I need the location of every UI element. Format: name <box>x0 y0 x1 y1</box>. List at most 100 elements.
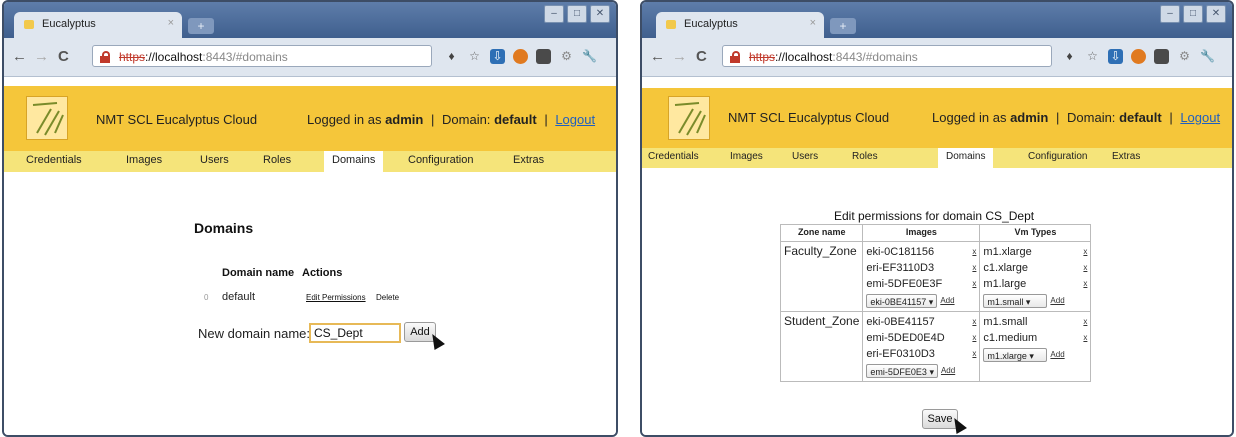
image-id: emi-5DED0E4D <box>866 332 945 344</box>
logout-link[interactable]: Logout <box>555 112 595 127</box>
address-bar[interactable]: https://localhost:8443/#domains <box>92 45 432 67</box>
tab-close-icon[interactable]: × <box>810 17 816 29</box>
tab-credentials[interactable]: Credentials <box>648 151 699 162</box>
wrench-icon[interactable]: 🔧 <box>1200 49 1215 64</box>
vm-type: c1.medium <box>983 332 1038 344</box>
reload-icon[interactable]: C <box>696 48 707 65</box>
vm-select[interactable]: m1.xlarge ▾ <box>983 348 1048 362</box>
wrench-icon[interactable]: 🔧 <box>582 49 597 64</box>
star-icon[interactable]: ☆ <box>1085 49 1100 64</box>
image-id: eki-0C181156 <box>866 246 935 258</box>
table-row: Faculty_Zone eki-0C181156 x eri-EF3110D3 x… <box>779 241 1092 312</box>
image-id: eri-EF3110D3 <box>866 262 935 274</box>
remove-image-button[interactable]: x <box>972 244 976 260</box>
new-domain-input[interactable] <box>309 323 401 343</box>
browser-window-domains: Eucalyptus × + – □ ✕ ← → C https://local… <box>2 0 618 437</box>
tab-users[interactable]: Users <box>792 151 818 162</box>
remove-image-button[interactable]: x <box>972 346 976 362</box>
tab-close-icon[interactable]: × <box>168 17 174 29</box>
remove-image-button[interactable]: x <box>972 330 976 346</box>
browser-toolbar: ← → C https://localhost:8443/#domains ♦ … <box>642 38 1232 77</box>
current-domain: default <box>494 112 537 127</box>
tab-images[interactable]: Images <box>730 151 763 162</box>
tab-extras[interactable]: Extras <box>1112 151 1140 162</box>
column-vm-types: Vm Types <box>979 224 1092 242</box>
bulb-icon[interactable]: ♦ <box>1062 49 1077 64</box>
tab-extras[interactable]: Extras <box>513 154 544 166</box>
column-domain-name: Domain name <box>222 267 295 279</box>
tab-roles[interactable]: Roles <box>263 154 291 166</box>
image-select[interactable]: emi-5DFE0E3 ▾ <box>866 364 938 378</box>
vm-select[interactable]: m1.small ▾ <box>983 294 1048 308</box>
remove-image-button[interactable]: x <box>972 260 976 276</box>
table-header-row: Zone name Images Vm Types <box>779 224 1092 242</box>
bulb-icon[interactable]: ♦ <box>444 49 459 64</box>
add-vm-link[interactable]: Add <box>1050 296 1064 305</box>
window-controls: – □ ✕ <box>1160 5 1226 23</box>
edit-permissions-link[interactable]: Edit Permissions <box>306 293 366 302</box>
image-id: eri-EF0310D3 <box>866 348 935 360</box>
favicon-icon <box>666 20 676 29</box>
vmtypes-cell: m1.small x c1.medium x m1.xlarge ▾ Add <box>979 311 1092 382</box>
remove-vm-button[interactable]: x <box>1083 276 1087 292</box>
new-tab-button[interactable]: + <box>830 18 856 34</box>
logout-link[interactable]: Logout <box>1180 110 1220 125</box>
image-select[interactable]: eki-0BE41157 ▾ <box>866 294 938 308</box>
permissions-title: Edit permissions for domain CS_Dept <box>834 209 1035 223</box>
back-arrow-icon[interactable]: ← <box>650 48 665 65</box>
tab-domains[interactable]: Domains <box>938 148 994 168</box>
image-select-value: eki-0BE41157 <box>870 297 927 307</box>
vm-type: m1.large <box>983 278 1027 290</box>
fruit-icon[interactable] <box>1131 49 1146 64</box>
browser-tab[interactable]: Eucalyptus × <box>14 12 182 38</box>
app-header: NMT SCL Eucalyptus Cloud Logged in as ad… <box>642 88 1232 148</box>
tab-images[interactable]: Images <box>126 154 162 166</box>
add-image-link[interactable]: Add <box>941 366 955 375</box>
delete-link[interactable]: Delete <box>376 293 399 302</box>
page-content: NMT SCL Eucalyptus Cloud Logged in as ad… <box>642 77 1232 435</box>
add-image-link[interactable]: Add <box>940 296 954 305</box>
star-icon[interactable]: ☆ <box>467 49 482 64</box>
tab-credentials[interactable]: Credentials <box>26 154 82 166</box>
fruit-icon[interactable] <box>513 49 528 64</box>
maximize-button[interactable]: □ <box>1183 5 1203 23</box>
column-images: Images <box>862 224 981 242</box>
tab-roles[interactable]: Roles <box>852 151 878 162</box>
browser-tab[interactable]: Eucalyptus × <box>656 12 824 38</box>
tab-configuration[interactable]: Configuration <box>408 154 473 166</box>
remove-vm-button[interactable]: x <box>1083 330 1087 346</box>
remove-vm-button[interactable]: x <box>1083 314 1087 330</box>
separator: | <box>1169 110 1173 125</box>
add-vm-row: m1.small ▾ Add <box>983 292 1087 309</box>
eucalyptus-logo <box>26 96 68 140</box>
list-item: emi-5DED0E4D x <box>866 330 976 346</box>
forward-arrow-icon[interactable]: → <box>672 48 687 65</box>
remove-vm-button[interactable]: x <box>1083 244 1087 260</box>
remove-image-button[interactable]: x <box>972 314 976 330</box>
remove-vm-button[interactable]: x <box>1083 260 1087 276</box>
remove-image-button[interactable]: x <box>972 276 976 292</box>
url-rest: :8443/#domains <box>202 50 288 64</box>
page-icon[interactable] <box>1154 49 1169 64</box>
new-tab-button[interactable]: + <box>188 18 214 34</box>
tab-domains[interactable]: Domains <box>324 151 384 172</box>
close-window-button[interactable]: ✕ <box>1206 5 1226 23</box>
gear-icon[interactable]: ⚙ <box>559 49 574 64</box>
page-icon[interactable] <box>536 49 551 64</box>
download-icon[interactable]: ⇩ <box>1108 49 1123 64</box>
separator: | <box>1056 110 1060 125</box>
maximize-button[interactable]: □ <box>567 5 587 23</box>
add-vm-link[interactable]: Add <box>1050 350 1064 359</box>
address-bar[interactable]: https://localhost:8443/#domains <box>722 45 1052 67</box>
tab-users[interactable]: Users <box>200 154 229 166</box>
minimize-button[interactable]: – <box>1160 5 1180 23</box>
nav-tabs: Credentials Images Users Roles Domains C… <box>642 148 1232 168</box>
close-window-button[interactable]: ✕ <box>590 5 610 23</box>
reload-icon[interactable]: C <box>58 48 69 65</box>
gear-icon[interactable]: ⚙ <box>1177 49 1192 64</box>
tab-configuration[interactable]: Configuration <box>1028 151 1087 162</box>
back-arrow-icon[interactable]: ← <box>12 48 27 65</box>
download-icon[interactable]: ⇩ <box>490 49 505 64</box>
minimize-button[interactable]: – <box>544 5 564 23</box>
forward-arrow-icon[interactable]: → <box>34 48 49 65</box>
